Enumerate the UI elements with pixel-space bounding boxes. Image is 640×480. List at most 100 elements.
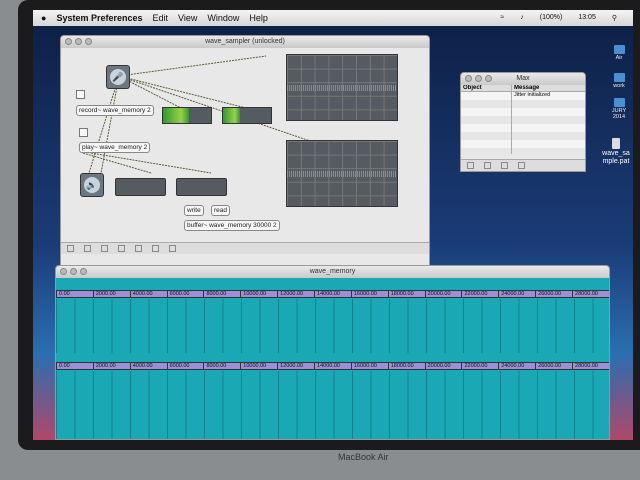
column-object[interactable]: Object [461, 85, 511, 91]
ruler-tick-label: 10000.00 [240, 291, 277, 297]
ruler-tick-label: 0.00 [56, 291, 93, 297]
inspector-icon[interactable] [169, 245, 176, 252]
minimize-button[interactable] [475, 75, 482, 82]
meter-fill [163, 108, 190, 123]
patcher-titlebar[interactable]: wave_sampler (unlocked) [61, 36, 429, 48]
presentation-icon[interactable] [84, 245, 91, 252]
lock-icon[interactable] [67, 245, 74, 252]
search-icon[interactable] [518, 162, 525, 169]
buffer-object[interactable]: buffer~ wave_memory 30000 2 [184, 220, 280, 231]
menu-window[interactable]: Window [207, 13, 239, 23]
buffer-titlebar[interactable]: wave_memory [56, 266, 609, 278]
screen: ● System Preferences Edit View Window He… [33, 10, 633, 440]
zoom-button[interactable] [80, 268, 87, 275]
channel-1-waveform[interactable] [56, 299, 609, 353]
new-object-icon[interactable] [118, 245, 125, 252]
grid-icon[interactable] [101, 245, 108, 252]
menu-edit[interactable]: Edit [153, 13, 169, 23]
ruler-tick-label: 22000.00 [461, 291, 498, 297]
wifi-icon[interactable]: ≈ [500, 14, 504, 22]
close-button[interactable] [60, 268, 67, 275]
write-message[interactable]: write [184, 205, 204, 216]
menu-help[interactable]: Help [249, 13, 268, 23]
volume-icon[interactable]: ♪ [520, 14, 524, 22]
ruler-tick-label: 12000.00 [277, 291, 314, 297]
message-icon[interactable] [135, 245, 142, 252]
folder-icon [613, 73, 625, 82]
scope-right [286, 140, 398, 207]
ruler-tick-label: 18000.00 [387, 291, 425, 297]
menu-view[interactable]: View [178, 13, 197, 23]
time-ruler-channel-1: 0.00 2000.00 4000.00 6000.00 8000.00 10000.00… [56, 290, 609, 298]
close-button[interactable] [65, 38, 72, 45]
level-icon[interactable] [501, 162, 508, 169]
minimize-button[interactable] [75, 38, 82, 45]
console-object [461, 92, 511, 154]
desktop-icon-air[interactable]: Air [607, 45, 631, 61]
max-titlebar[interactable]: Max [461, 73, 585, 85]
minimize-button[interactable] [70, 268, 77, 275]
adc-microphone-button[interactable]: 🎤 [106, 65, 130, 89]
ruler-tick-label: 0.00 [56, 363, 93, 369]
max-console-window: Max Object Message Jitter initialized [460, 72, 586, 172]
console-message: Jitter initialized [511, 92, 550, 154]
close-button[interactable] [465, 75, 472, 82]
clock[interactable]: 13:05 [578, 14, 596, 22]
menu-app[interactable]: System Preferences [56, 13, 142, 23]
battery-text[interactable]: (100%) [540, 14, 563, 22]
patch-cord [88, 75, 120, 174]
play-toggle[interactable] [79, 128, 88, 137]
patcher-window: wave_sampler (unlocked) 🎤 record~ wave_m… [60, 35, 430, 267]
desktop-icon-patch-file[interactable]: wave_sample.pat [601, 138, 631, 166]
time-ruler-channel-2: 0.00 2000.00 4000.00 6000.00 8000.00 10000.00… [56, 362, 609, 370]
menubar: ● System Preferences Edit View Window He… [33, 10, 633, 26]
number-box-left[interactable] [115, 178, 166, 196]
window-title: Max [516, 75, 530, 82]
ruler-tick-label: 4000.00 [129, 363, 167, 369]
comment-icon[interactable] [152, 245, 159, 252]
window-title: wave_sampler (unlocked) [205, 38, 285, 45]
ruler-tick-label: 26000.00 [535, 291, 572, 297]
scope-left [286, 54, 398, 121]
record-object[interactable]: record~ wave_memory 2 [76, 105, 154, 116]
filter-icon[interactable] [484, 162, 491, 169]
window-title: wave_memory [309, 268, 356, 275]
waveform [287, 170, 397, 177]
ruler-tick-label: 14000.00 [314, 291, 351, 297]
play-object[interactable]: play~ wave_memory 2 [79, 142, 151, 153]
spotlight-icon[interactable]: ⚲ [612, 14, 617, 22]
desktop-icon-work[interactable]: work [607, 73, 631, 89]
ruler-tick-label: 6000.00 [166, 291, 204, 297]
column-message[interactable]: Message [511, 85, 539, 91]
zoom-button[interactable] [85, 38, 92, 45]
buffer-editor-window: wave_memory 0.00 2000.00 4000.00 6000.00 800… [55, 265, 610, 440]
console-header: Object Message [461, 85, 585, 92]
desktop-icon-jury[interactable]: JURY 2014 [607, 98, 631, 120]
ruler-tick-label: 24000.00 [498, 291, 535, 297]
read-message[interactable]: read [211, 205, 231, 216]
dac-speaker-button[interactable]: 🔈 [80, 173, 104, 197]
status-area: ≈ ♪ (100%) 13:05 ⚲ [500, 14, 633, 22]
patcher-toolbar [61, 242, 429, 254]
microphone-icon: 🎤 [110, 69, 126, 85]
clear-icon[interactable] [467, 162, 474, 169]
folder-icon [613, 98, 625, 107]
ruler-tick-label: 4000.00 [129, 291, 167, 297]
patch-cord [82, 152, 152, 174]
apple-menu-icon[interactable]: ● [41, 13, 46, 23]
number-box-right[interactable] [176, 178, 227, 196]
ruler-tick-label: 24000.00 [498, 363, 535, 369]
patcher-canvas: 🎤 record~ wave_memory 2 play~ wave_memor… [61, 48, 429, 254]
patch-cord [100, 75, 120, 174]
folder-icon [613, 45, 625, 54]
ruler-tick-label: 26000.00 [535, 363, 572, 369]
console-toolbar [461, 159, 585, 171]
patch-cord [118, 55, 267, 77]
meter-fill [223, 108, 240, 123]
record-toggle[interactable] [76, 90, 85, 99]
ruler-tick-label: 6000.00 [166, 363, 204, 369]
ruler-tick-label: 8000.00 [203, 291, 240, 297]
speaker-icon: 🔈 [84, 177, 100, 193]
zoom-button[interactable] [485, 75, 492, 82]
channel-2-waveform[interactable] [56, 371, 609, 439]
